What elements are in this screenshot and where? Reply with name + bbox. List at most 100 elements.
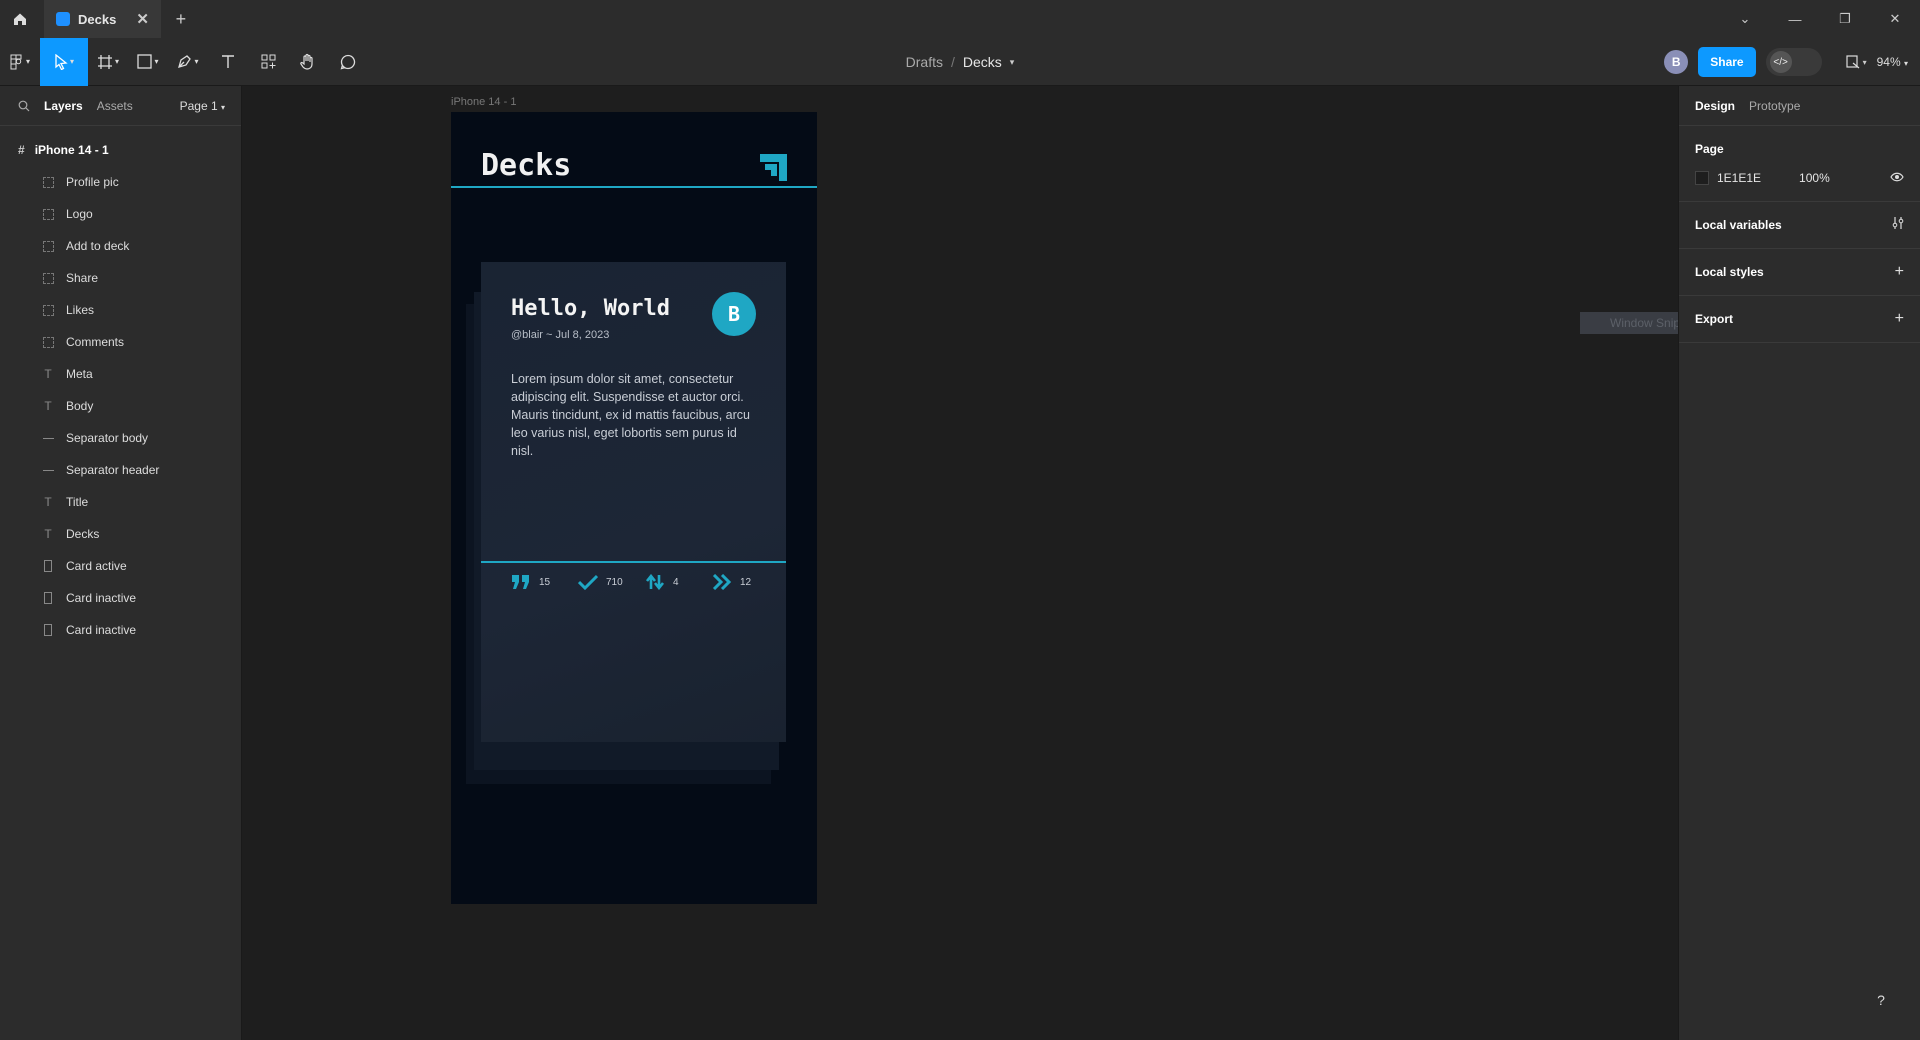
file-tab[interactable]: Decks ✕ bbox=[44, 0, 161, 38]
local-variables-section[interactable]: Local variables bbox=[1679, 202, 1920, 249]
layer-label: Card inactive bbox=[66, 591, 137, 605]
chevron-down-icon: ▾ bbox=[194, 57, 199, 66]
minimize-icon[interactable]: — bbox=[1770, 0, 1820, 38]
shape-tool[interactable]: ▾ bbox=[128, 38, 168, 86]
layer-item[interactable]: Card inactive bbox=[0, 582, 241, 614]
variables-settings-icon[interactable] bbox=[1892, 216, 1904, 235]
toolbar: ▾ ▾ ▾ ▾ ▾ Drafts / Decks ▾ B Share </> ▾ bbox=[0, 37, 1920, 86]
eye-icon[interactable] bbox=[1890, 170, 1904, 185]
page-opacity-value[interactable]: 100% bbox=[1799, 171, 1830, 185]
restore-icon[interactable]: ❐ bbox=[1820, 0, 1870, 38]
decks-logo-icon bbox=[760, 154, 787, 181]
chevron-down-icon: ▾ bbox=[114, 57, 119, 66]
rectangle-icon bbox=[42, 592, 54, 604]
app-title: Decks bbox=[481, 148, 572, 183]
breadcrumb-drafts[interactable]: Drafts bbox=[906, 54, 943, 70]
close-tab-icon[interactable]: ✕ bbox=[136, 10, 149, 28]
dashed-frame-icon bbox=[42, 176, 54, 188]
layer-label: Title bbox=[66, 495, 89, 509]
quote-icon bbox=[512, 575, 529, 589]
comment-icon bbox=[340, 54, 356, 69]
layer-item[interactable]: Logo bbox=[0, 198, 241, 230]
chevron-down-icon[interactable]: ⌄ bbox=[1720, 0, 1770, 38]
zoom-level: 94% bbox=[1876, 55, 1901, 69]
tab-prototype[interactable]: Prototype bbox=[1749, 99, 1800, 113]
page-color-swatch[interactable] bbox=[1695, 170, 1709, 185]
frame-label[interactable]: iPhone 14 - 1 bbox=[451, 96, 516, 108]
chevron-down-icon: ▾ bbox=[1862, 57, 1867, 67]
layer-item[interactable]: T Decks bbox=[0, 518, 241, 550]
text-icon: T bbox=[44, 399, 52, 413]
tab-layers[interactable]: Layers bbox=[44, 99, 83, 113]
resources-tool[interactable] bbox=[248, 38, 288, 86]
frame-icon: # bbox=[18, 143, 25, 157]
text-tool[interactable] bbox=[208, 38, 248, 86]
layer-item[interactable]: Share bbox=[0, 262, 241, 294]
layer-item[interactable]: T Body bbox=[0, 390, 241, 422]
check-icon bbox=[578, 574, 598, 590]
canvas[interactable]: iPhone 14 - 1 Decks Hello, World @blair … bbox=[243, 86, 1752, 1040]
layer-label: Decks bbox=[66, 527, 100, 541]
close-window-icon[interactable]: ✕ bbox=[1870, 0, 1920, 38]
hand-tool[interactable] bbox=[288, 38, 328, 86]
layer-item[interactable]: T Title bbox=[0, 486, 241, 518]
layer-label: Card inactive bbox=[66, 623, 137, 637]
add-to-deck-count: 12 bbox=[740, 576, 752, 588]
figma-logo-icon bbox=[10, 54, 22, 69]
local-variables-heading: Local variables bbox=[1695, 218, 1782, 232]
likes-count: 710 bbox=[606, 576, 623, 588]
breadcrumb-file[interactable]: Decks bbox=[963, 54, 1002, 70]
zoom-menu[interactable]: 94% ▾ bbox=[1877, 55, 1908, 69]
help-button[interactable]: ? bbox=[1865, 984, 1897, 1016]
text-icon: T bbox=[44, 367, 52, 381]
dashed-frame-icon bbox=[42, 240, 54, 252]
present-button[interactable]: ▾ bbox=[1845, 55, 1867, 69]
text-icon bbox=[222, 55, 234, 68]
layer-label: Meta bbox=[66, 367, 93, 381]
home-button[interactable] bbox=[0, 0, 40, 38]
card-stats: 15 710 4 12 bbox=[511, 574, 779, 590]
user-avatar[interactable]: B bbox=[1664, 50, 1689, 74]
layer-label: Body bbox=[66, 399, 94, 413]
main-menu-button[interactable]: ▾ bbox=[0, 38, 40, 86]
pen-tool[interactable]: ▾ bbox=[168, 38, 208, 86]
chevron-down-icon: ▾ bbox=[154, 57, 159, 66]
phone-frame[interactable]: Decks Hello, World @blair ~ Jul 8, 2023 … bbox=[451, 112, 817, 904]
dev-mode-toggle[interactable]: </> bbox=[1765, 48, 1822, 76]
home-icon bbox=[14, 13, 26, 25]
page-color-value[interactable]: 1E1E1E bbox=[1717, 171, 1761, 185]
page-selector[interactable]: Page 1 ▾ bbox=[180, 99, 225, 113]
move-tool[interactable]: ▾ bbox=[40, 37, 88, 86]
add-export-plus-icon[interactable]: + bbox=[1895, 310, 1904, 328]
chevron-down-icon: ▾ bbox=[220, 102, 225, 112]
rectangle-icon bbox=[137, 54, 153, 69]
layer-item[interactable]: Card active bbox=[0, 550, 241, 582]
layer-item[interactable]: Card inactive bbox=[0, 614, 241, 646]
tab-assets[interactable]: Assets bbox=[97, 99, 133, 113]
layer-item[interactable]: Profile pic bbox=[0, 166, 241, 198]
layer-label: Comments bbox=[66, 335, 125, 349]
hand-icon bbox=[300, 53, 313, 70]
comment-tool[interactable] bbox=[328, 38, 368, 86]
layer-item[interactable]: Likes bbox=[0, 294, 241, 326]
tab-design[interactable]: Design bbox=[1695, 99, 1735, 113]
add-style-plus-icon[interactable]: + bbox=[1895, 263, 1904, 281]
layer-item[interactable]: Separator body bbox=[0, 422, 241, 454]
share-button[interactable]: Share bbox=[1698, 47, 1756, 77]
comments-stat: 15 bbox=[511, 574, 578, 590]
chevron-down-icon[interactable]: ▾ bbox=[1010, 57, 1015, 68]
layer-item[interactable]: T Meta bbox=[0, 358, 241, 390]
cursor-icon bbox=[55, 53, 68, 70]
new-tab-button[interactable]: + bbox=[161, 0, 201, 38]
tab-title: Decks bbox=[78, 11, 117, 27]
double-chevron-right-icon bbox=[712, 574, 732, 590]
frame-tool[interactable]: ▾ bbox=[88, 38, 128, 86]
layer-item[interactable]: Add to deck bbox=[0, 230, 241, 262]
text-icon: T bbox=[44, 495, 52, 509]
phone-header: Decks bbox=[451, 112, 817, 188]
search-icon[interactable] bbox=[18, 100, 30, 112]
layer-frame-iphone[interactable]: # iPhone 14 - 1 bbox=[0, 134, 241, 166]
layer-list: Profile pic Logo Add to deck Share Likes Comm… bbox=[0, 166, 241, 646]
layer-item[interactable]: Separator header bbox=[0, 454, 241, 486]
layer-item[interactable]: Comments bbox=[0, 326, 241, 358]
